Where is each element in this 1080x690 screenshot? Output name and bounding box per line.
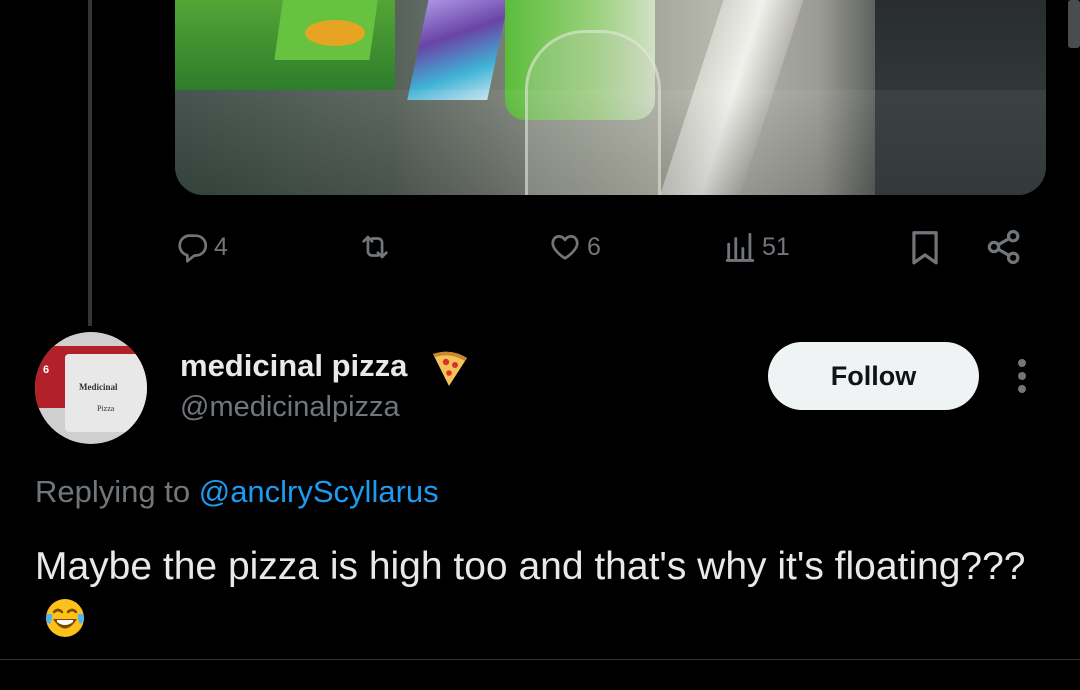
bookmark-button[interactable]: [906, 225, 944, 269]
bookmark-icon: [912, 231, 938, 265]
media-glass-jar: [525, 30, 661, 195]
like-count: 6: [587, 232, 601, 261]
repost-button[interactable]: [357, 225, 393, 269]
avatar-sign-line2: Pizza: [97, 404, 115, 413]
display-name[interactable]: medicinal pizza: [180, 348, 407, 384]
views-count: 51: [762, 232, 790, 261]
post-media-image[interactable]: [175, 0, 1046, 195]
pizza-emoji-icon: [433, 351, 467, 386]
avatar-sign-line1: Medicinal: [79, 382, 118, 392]
divider: [0, 659, 1080, 660]
post-action-bar: 4 6 51: [0, 225, 1080, 269]
tweet-text-container: Maybe the pizza is high too and that's w…: [35, 540, 1045, 646]
repost-icon: [362, 235, 388, 259]
replying-mention-link[interactable]: @anclryScyllarus: [199, 474, 439, 509]
avatar-sign-number: 6: [43, 364, 50, 376]
share-icon: [987, 229, 1020, 265]
more-options-icon[interactable]: [1008, 356, 1036, 396]
share-button[interactable]: [984, 225, 1024, 269]
reply-icon: [178, 234, 208, 263]
views-icon: [725, 232, 755, 262]
tweet-text: Maybe the pizza is high too and that's w…: [35, 545, 1026, 588]
user-handle[interactable]: @medicinalpizza: [180, 391, 400, 424]
reply-count: 4: [214, 232, 228, 261]
heart-icon: [551, 235, 579, 260]
scrollbar-thumb[interactable]: [1068, 0, 1080, 48]
tears-of-joy-emoji-icon: [46, 599, 84, 637]
like-button[interactable]: 6: [547, 225, 601, 269]
thread-connector-line: [88, 0, 92, 326]
avatar[interactable]: 6 Medicinal Pizza: [35, 332, 147, 444]
replying-prefix: Replying to: [35, 474, 191, 509]
replying-to: Replying to @anclryScyllarus: [35, 474, 439, 510]
views-button[interactable]: 51: [722, 225, 790, 269]
follow-button[interactable]: Follow: [768, 342, 979, 410]
reply-button[interactable]: 4: [176, 225, 228, 269]
